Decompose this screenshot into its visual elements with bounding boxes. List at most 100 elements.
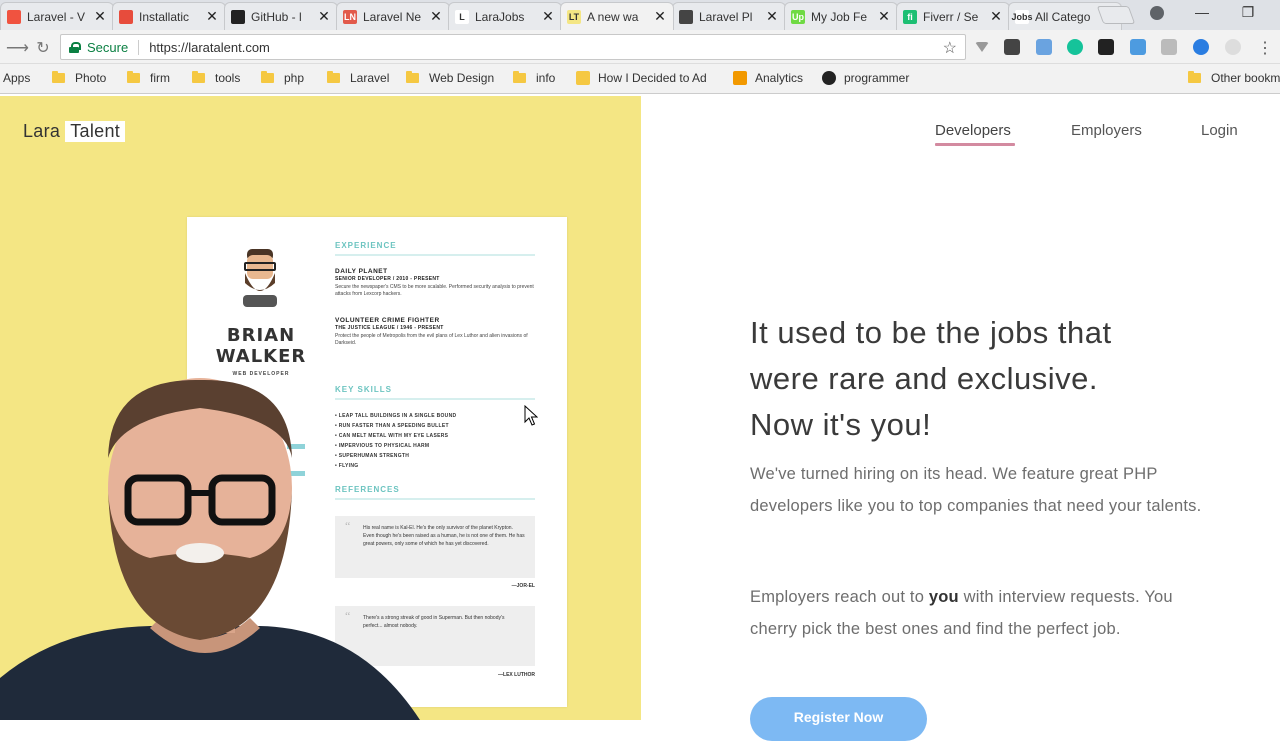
nav-developers[interactable]: Developers [935,122,1011,139]
bookmark-label: Web Design [429,71,495,85]
browser-tab[interactable]: LN Laravel Ne ✕ [336,2,450,30]
tab-title: Laravel Pl [699,9,753,24]
tab-favicon-icon: LN [343,9,357,24]
browser-tab[interactable]: Installatic ✕ [112,2,226,30]
extension-chat-icon[interactable] [1193,39,1209,55]
experience-item: VOLUNTEER CRIME FIGHTER THE JUSTICE LEAG… [335,317,535,347]
bookmark-label: Analytics [755,71,804,85]
browser-tab[interactable]: LT A new wa ✕ [560,2,674,30]
new-tab-button[interactable] [1096,6,1136,24]
tab-close-icon[interactable]: ✕ [93,8,107,25]
nav-employers[interactable]: Employers [1071,122,1142,139]
secure-label: Secure [87,39,140,55]
tab-close-icon[interactable]: ✕ [317,8,331,25]
extension-translate-icon[interactable] [1036,39,1052,55]
reload-icon[interactable]: ↻ [34,38,52,58]
bookmark-label: tools [215,71,241,85]
extension-vue-icon[interactable] [975,42,989,52]
back-icon[interactable]: ⟶ [6,38,29,58]
site-logo[interactable]: Lara Talent [23,121,126,142]
bookmark-label: Other bookm [1211,71,1280,85]
extension-iq-icon[interactable] [1130,39,1146,55]
tab-close-icon[interactable]: ✕ [989,8,1003,25]
browser-tab[interactable]: GitHub - l ✕ [224,2,338,30]
folder-icon [406,71,419,83]
bookmark-item[interactable]: tools [192,71,240,85]
browser-tab[interactable]: L LaraJobs ✕ [448,2,562,30]
tab-close-icon[interactable]: ✕ [653,8,667,25]
url-text[interactable]: https://laratalent.com [149,40,270,55]
minimize-icon[interactable]: — [1192,4,1212,20]
hero-paragraph-1: We've turned hiring on its head. We feat… [750,465,1202,515]
folder-icon [127,71,140,83]
bookmark-item[interactable]: programmer [822,71,909,85]
restore-icon[interactable]: ❐ [1238,4,1258,21]
bookmark-label: Apps [3,71,31,85]
tab-title: All Catego [1035,9,1091,24]
tab-close-icon[interactable]: ✕ [429,8,443,25]
browser-tab[interactable]: fi Fiverr / Se ✕ [896,2,1010,30]
tab-title: GitHub - l [251,9,302,24]
bookmarks-bar: Apps Photo firm tools php Laravel Web Design in… [0,64,1280,94]
job-role: SENIOR DEVELOPER / 2010 - PRESENT [335,276,440,282]
bookmark-label: Laravel [350,71,390,85]
tab-favicon-icon: fi [903,9,917,24]
extension-p-icon[interactable] [1098,39,1114,55]
browser-tab[interactable]: Up My Job Fe ✕ [784,2,898,30]
tab-close-icon[interactable]: ✕ [541,8,555,25]
job-company: VOLUNTEER CRIME FIGHTER [335,317,440,324]
lock-icon [69,41,81,53]
extension-grammarly-icon[interactable] [1067,39,1083,55]
extension-circle-icon[interactable] [1225,39,1241,55]
job-description: Secure the newspaper's CMS to be more sc… [335,284,534,297]
extension-crop-icon[interactable] [1161,39,1177,55]
bookmark-item[interactable]: How I Decided to Ad [576,71,707,85]
para-text: Employers reach out to [750,588,929,606]
browser-toolbar: ⟶ ↻ Secure https://laratalent.com ☆ ⋮ [0,30,1280,64]
address-bar[interactable]: Secure https://laratalent.com ☆ [60,34,966,60]
folder-icon [1188,71,1201,83]
menu-kebab-icon[interactable]: ⋮ [1256,38,1274,58]
bookmark-item[interactable]: firm [127,71,170,85]
tab-favicon-icon [679,9,693,24]
logo-lara: Lara [23,121,61,141]
bookmark-item[interactable]: info [513,71,555,85]
nav-active-underline [935,143,1015,146]
tab-close-icon[interactable]: ✕ [205,8,219,25]
headline-line: It used to be the jobs that [750,315,1112,350]
folder-icon [327,71,340,83]
folder-icon [261,71,274,83]
tab-close-icon[interactable]: ✕ [877,8,891,25]
resume-title: WEB DEVELOPER [232,371,290,377]
para-emphasis: you [928,588,959,606]
bookmark-item[interactable]: Laravel [327,71,389,85]
tab-title: My Job Fe [811,9,868,24]
resume-name: BRIAN WALKER [207,325,315,367]
mouse-cursor-icon [524,405,538,426]
tab-favicon-icon: Up [791,9,805,24]
browser-tab-strip: Laravel - V ✕ Installatic ✕ GitHub - l ✕ LN Lar… [0,0,1280,30]
register-now-button[interactable]: Register Now [750,697,927,741]
job-company: DAILY PLANET [335,268,388,275]
experience-item: DAILY PLANET SENIOR DEVELOPER / 2010 - P… [335,268,535,298]
bookmark-item[interactable]: Photo [52,71,106,85]
browser-tab[interactable]: Laravel - V ✕ [0,2,114,30]
bookmark-item[interactable]: Apps [3,71,30,85]
profile-icon[interactable] [1150,6,1164,20]
bookmark-star-icon[interactable]: ☆ [943,38,957,58]
browser-tab[interactable]: Laravel Pl ✕ [672,2,786,30]
bookmark-label: php [284,71,305,85]
logo-talent: Talent [65,121,126,142]
bookmark-item[interactable]: Analytics [733,71,803,85]
extension-download-icon[interactable] [1004,39,1020,55]
folder-icon [192,71,205,83]
bookmark-item[interactable]: Other bookm [1188,71,1280,85]
bookmark-item[interactable]: Web Design [406,71,494,85]
resume-last-name: WALKER [215,346,307,367]
tab-close-icon[interactable]: ✕ [765,8,779,25]
tab-favicon-icon [231,9,245,24]
nav-login[interactable]: Login [1201,122,1238,139]
headline-line: were rare and exclusive. [750,361,1098,396]
bookmark-item[interactable]: php [261,71,304,85]
tab-favicon-icon [7,9,21,24]
